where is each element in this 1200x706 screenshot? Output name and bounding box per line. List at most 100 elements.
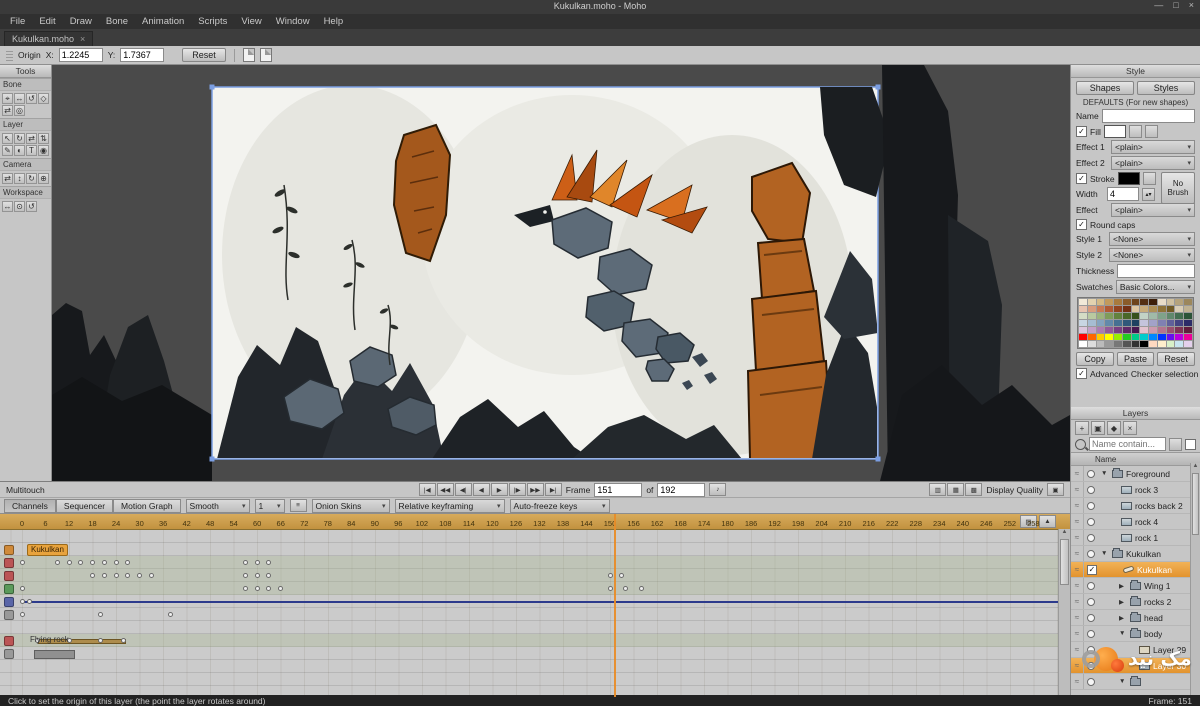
styles-button[interactable]: Styles xyxy=(1137,81,1195,95)
keyframe-dot[interactable] xyxy=(66,560,72,565)
palette-swatch[interactable] xyxy=(1105,320,1114,326)
origin-y-input[interactable] xyxy=(120,48,165,62)
palette-swatch[interactable] xyxy=(1184,341,1192,347)
fill-color-swatch[interactable] xyxy=(1103,125,1126,138)
keyframe-dot[interactable] xyxy=(137,573,143,578)
add-group-button[interactable]: ▣ xyxy=(1091,421,1105,435)
palette-swatch[interactable] xyxy=(1087,320,1096,326)
channel-icon[interactable] xyxy=(4,545,14,555)
fill-option2-icon[interactable] xyxy=(1144,125,1158,138)
palette-swatch[interactable] xyxy=(1114,327,1122,333)
zoom-camera-tool-icon[interactable]: ⊕ xyxy=(38,173,49,184)
palette-swatch[interactable] xyxy=(1096,299,1105,305)
keyframe-dot[interactable] xyxy=(266,586,272,591)
palette-swatch[interactable] xyxy=(1114,306,1122,312)
keyframe-dot[interactable] xyxy=(278,586,284,591)
minimize-button[interactable]: — xyxy=(1154,0,1163,10)
palette-swatch[interactable] xyxy=(1122,334,1131,340)
keyframe-dot[interactable] xyxy=(54,560,60,565)
palette-swatch[interactable] xyxy=(1184,327,1192,333)
layer-row[interactable]: ≈ ▼ Kukulkan xyxy=(1071,546,1200,562)
rotate-bone-tool-icon[interactable]: ↺ xyxy=(26,93,37,104)
menu-help[interactable]: Help xyxy=(318,15,350,28)
palette-swatch[interactable] xyxy=(1149,320,1157,326)
palette-swatch[interactable] xyxy=(1166,299,1175,305)
depth-dropdown[interactable]: 1 xyxy=(254,498,285,513)
stroke-color-swatch[interactable] xyxy=(1117,172,1140,185)
keyframe-dot[interactable] xyxy=(619,573,625,578)
keyframe-dot[interactable] xyxy=(254,560,260,565)
layer-visibility-dot[interactable] xyxy=(1087,469,1095,478)
reparent-bone-tool-icon[interactable]: ⇄ xyxy=(2,105,13,116)
copy-style-button[interactable]: Copy xyxy=(1076,352,1114,366)
maximize-button[interactable]: □ xyxy=(1173,0,1178,10)
menu-window[interactable]: Window xyxy=(270,15,316,28)
add-layer-button[interactable]: + xyxy=(1075,421,1089,435)
palette-swatch[interactable] xyxy=(1157,306,1166,312)
palette-swatch[interactable] xyxy=(1096,341,1105,347)
palette-swatch[interactable] xyxy=(1157,341,1166,347)
palette-swatch[interactable] xyxy=(1149,299,1157,305)
palette-swatch[interactable] xyxy=(1131,313,1140,319)
keyframe-dot[interactable] xyxy=(19,560,25,565)
keyframe-dot[interactable] xyxy=(168,612,174,617)
palette-swatch[interactable] xyxy=(1114,299,1122,305)
palette-swatch[interactable] xyxy=(1087,341,1096,347)
palette-swatch[interactable] xyxy=(1122,341,1131,347)
keyframe-dot[interactable] xyxy=(90,573,96,578)
palette-swatch[interactable] xyxy=(1131,334,1140,340)
layer-row[interactable]: ≈ ▶ Wing 1 xyxy=(1071,578,1200,594)
expand-triangle-icon[interactable]: ▼ xyxy=(1101,550,1109,557)
keyframe-dot[interactable] xyxy=(27,599,33,604)
keyframe-dot[interactable] xyxy=(113,573,119,578)
expand-triangle-icon[interactable]: ▶ xyxy=(1119,582,1127,590)
palette-swatch[interactable] xyxy=(1157,327,1166,333)
channel-icon[interactable] xyxy=(4,610,14,620)
palette-swatch[interactable] xyxy=(1157,334,1166,340)
palette-swatch[interactable] xyxy=(1087,334,1096,340)
expand-triangle-icon[interactable]: ▼ xyxy=(1101,470,1109,477)
translate-bone-tool-icon[interactable]: ↔ xyxy=(14,93,25,104)
palette-swatch[interactable] xyxy=(1184,313,1192,319)
keyframe-dot[interactable] xyxy=(19,612,25,617)
palette-swatch[interactable] xyxy=(1175,327,1184,333)
timeline-track[interactable]: Kukulkan xyxy=(0,543,1070,556)
palette-swatch[interactable] xyxy=(1131,306,1140,312)
search-option-checkbox[interactable] xyxy=(1185,438,1196,450)
keyframe-dot[interactable] xyxy=(242,573,248,578)
add-bone-tool-icon[interactable]: ◇ xyxy=(38,93,49,104)
keyframe-dot[interactable] xyxy=(242,586,248,591)
palette-swatch[interactable] xyxy=(1175,341,1184,347)
stroke-effect-dropdown[interactable]: <plain> xyxy=(1111,203,1195,217)
timeline-track[interactable] xyxy=(0,569,1070,582)
palette-swatch[interactable] xyxy=(1122,313,1131,319)
next-keyframe-button[interactable]: ▶▶ xyxy=(526,483,544,496)
keyframe-dot[interactable] xyxy=(78,560,84,565)
palette-swatch[interactable] xyxy=(1087,313,1096,319)
palette-swatch[interactable] xyxy=(1140,327,1149,333)
copy-frame-icon[interactable] xyxy=(242,48,255,62)
stroke-checkbox[interactable] xyxy=(1076,173,1087,184)
palette-swatch[interactable] xyxy=(1149,327,1157,333)
palette-swatch[interactable] xyxy=(1140,313,1149,319)
palette-swatch[interactable] xyxy=(1149,306,1157,312)
current-frame-marker[interactable] xyxy=(613,514,616,697)
layer-visibility-dot[interactable] xyxy=(1087,485,1095,494)
layer-search-input[interactable] xyxy=(1089,437,1166,451)
auto-freeze-dropdown[interactable]: Auto-freeze keys xyxy=(509,498,610,513)
channel-icon[interactable] xyxy=(4,649,14,659)
roll-camera-tool-icon[interactable]: ↻ xyxy=(26,173,37,184)
origin-x-input[interactable] xyxy=(58,48,103,62)
palette-swatch[interactable] xyxy=(1079,334,1087,340)
expand-triangle-icon[interactable]: ▼ xyxy=(1119,630,1127,637)
palette-swatch[interactable] xyxy=(1166,313,1175,319)
timeline-tab-sequencer[interactable]: Sequencer xyxy=(55,498,114,513)
play-back-button[interactable]: ◀ xyxy=(472,483,490,496)
palette-swatch[interactable] xyxy=(1079,320,1087,326)
palette-swatch[interactable] xyxy=(1079,306,1087,312)
stroke-width-input[interactable] xyxy=(1107,187,1139,201)
palette-swatch[interactable] xyxy=(1140,306,1149,312)
paste-frame-icon[interactable] xyxy=(259,48,272,62)
layer-row[interactable]: ≈ rocks back 2 xyxy=(1071,498,1200,514)
layer-visibility-dot[interactable] xyxy=(1087,501,1095,510)
